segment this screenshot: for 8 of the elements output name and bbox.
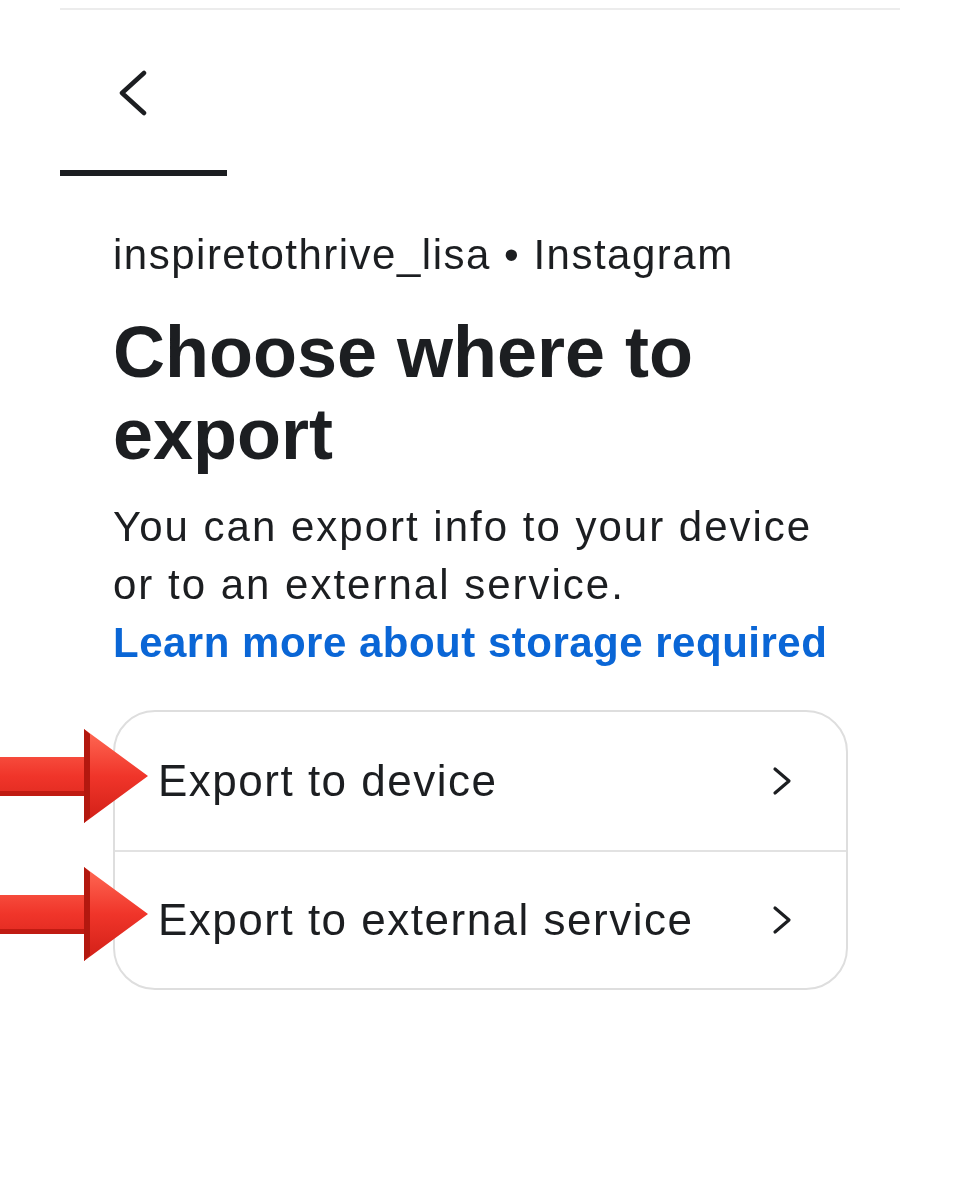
back-icon bbox=[118, 70, 148, 116]
description-text: You can export info to your device or to an external service. Learn more about storage required bbox=[113, 502, 829, 668]
account-label: inspiretothrive_lisa • Instagram bbox=[113, 231, 735, 279]
chevron-right-icon bbox=[772, 766, 792, 796]
export-option[interactable]: Export to device bbox=[115, 712, 846, 850]
learn-more-link[interactable]: Learn more about storage required bbox=[113, 619, 828, 666]
chevron-right-icon bbox=[772, 905, 792, 935]
page-title: Choose where to export bbox=[113, 311, 695, 475]
